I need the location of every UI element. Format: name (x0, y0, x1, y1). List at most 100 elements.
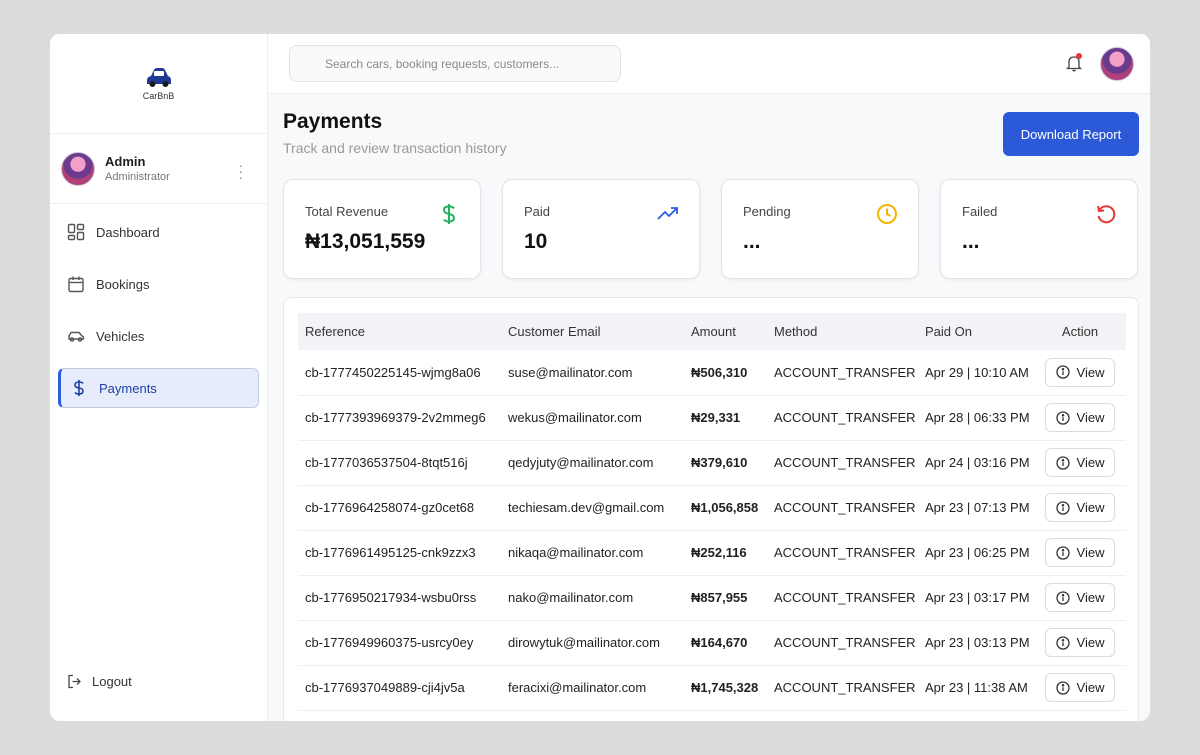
cell-method: ACCOUNT_TRANSFER (767, 440, 918, 486)
cell-method: ACCOUNT_TRANSFER (767, 395, 918, 441)
cell-amount: ₦252,116 (684, 530, 767, 576)
info-icon (1055, 680, 1070, 695)
sidebar-item-dashboard[interactable]: Dashboard (58, 212, 259, 252)
info-icon (1055, 545, 1070, 560)
view-button[interactable]: View (1045, 493, 1115, 522)
notification-dot (1076, 53, 1082, 59)
view-button[interactable]: View (1045, 583, 1115, 612)
view-button[interactable]: View (1045, 357, 1115, 387)
profile-name: Admin (105, 154, 146, 169)
clock-icon (877, 204, 897, 224)
search-box[interactable] (289, 45, 621, 82)
cell-paid-on: Apr 23 | 06:25 PM (918, 530, 1034, 576)
cell-paid-on: Apr 29 | 10:10 AM (918, 350, 1034, 396)
view-label: View (1076, 364, 1105, 380)
cell-paid-on: Apr 23 | 07:13 PM (918, 485, 1034, 531)
user-avatar[interactable] (1100, 47, 1134, 81)
table-row: cb-1776949960375-usrcy0ey dirowytuk@maili… (298, 620, 1126, 666)
brand-name: CarBnB (142, 90, 175, 101)
cell-amount: ₦29,331 (684, 395, 767, 441)
cell-action: View (1034, 620, 1126, 666)
stat-value: ... (743, 230, 761, 253)
info-icon (1055, 455, 1070, 470)
cell-reference: cb-1777450225145-wjmg8a06 (298, 350, 501, 396)
view-button[interactable]: View (1045, 403, 1115, 432)
calendar-icon (68, 276, 84, 293)
cell-method: ACCOUNT_TRANSFER (767, 620, 918, 666)
stat-value: ₦13,051,559 (305, 230, 426, 253)
user-profile[interactable]: Admin Administrator · · · (50, 134, 267, 204)
cell-method: ACCOUNT_TRANSFER (767, 485, 918, 531)
view-label: View (1076, 455, 1105, 470)
cell-amount: ₦857,955 (684, 575, 767, 621)
stat-card-pending: Pending ... (721, 179, 919, 279)
more-options-icon[interactable]: · · · (238, 158, 243, 184)
top-bar (268, 34, 1150, 94)
stat-card-paid: Paid 10 (502, 179, 700, 279)
cell-email: dirowytuk@mailinator.com (501, 620, 684, 666)
view-label: View (1076, 410, 1105, 425)
stat-label: Failed (962, 204, 998, 219)
cell-email: qedyjuty@mailinator.com (501, 440, 684, 486)
logout-button[interactable]: Logout (67, 674, 132, 689)
payments-table-panel: Reference Customer Email Amount Method P… (283, 297, 1139, 721)
download-report-button[interactable]: Download Report (1003, 112, 1139, 156)
sidebar: CarBnB Admin Administrator · · · Dashboard (50, 34, 268, 721)
column-header-action: Action (1034, 313, 1126, 350)
cell-amount: ₦379,610 (684, 440, 767, 486)
view-label: View (1076, 590, 1105, 605)
column-header-reference[interactable]: Reference (298, 313, 501, 350)
table-row: cb-1777450225145-wjmg8a06 suse@mailinator… (298, 350, 1126, 396)
info-icon (1055, 590, 1070, 605)
column-header-method[interactable]: Method (767, 313, 918, 350)
cell-reference: cb-1777036537504-8tqt516j (298, 440, 501, 486)
brand[interactable]: CarBnB (50, 34, 267, 134)
sidebar-item-payments[interactable]: Payments (58, 368, 259, 408)
cell-amount: ₦506,310 (684, 350, 767, 396)
cell-email: suse@mailinator.com (501, 350, 684, 396)
avatar (61, 151, 95, 186)
column-header-paid-on[interactable]: Paid On (918, 313, 1034, 350)
cell-paid-on: Apr 23 | 03:13 PM (918, 620, 1034, 666)
table-row: cb-1777036537504-8tqt516j qedyjuty@mailin… (298, 440, 1126, 486)
column-header-amount[interactable]: Amount (684, 313, 767, 350)
cell-paid-on: Apr 23 | 03:17 PM (918, 575, 1034, 621)
view-button[interactable]: View (1045, 538, 1115, 567)
cell-amount: ₦1,056,858 (684, 485, 767, 531)
sidebar-item-label: Payments (99, 380, 157, 396)
view-button[interactable]: View (1045, 673, 1115, 702)
cell-action: View (1034, 350, 1126, 396)
cell-action: View (1034, 530, 1126, 576)
stat-label: Total Revenue (305, 204, 389, 219)
car-icon (68, 331, 85, 342)
car-logo-icon (146, 67, 171, 87)
view-label: View (1076, 545, 1105, 560)
page-title: Payments (283, 110, 383, 133)
table-header-row: Reference Customer Email Amount Method P… (298, 313, 1126, 350)
column-header-email[interactable]: Customer Email (501, 313, 684, 350)
cell-method: ACCOUNT_TRANSFER (767, 350, 918, 396)
stat-card-failed: Failed ... (940, 179, 1138, 279)
search-input[interactable] (290, 46, 620, 81)
cell-reference: cb-1776964258074-gz0cet68 (298, 485, 501, 531)
cell-email: wekus@mailinator.com (501, 395, 684, 441)
sidebar-item-vehicles[interactable]: Vehicles (58, 316, 259, 356)
stat-card-total-revenue: Total Revenue ₦13,051,559 (283, 179, 481, 279)
cell-reference: cb-1777393969379-2v2mmeg6 (298, 395, 501, 441)
info-icon (1055, 500, 1070, 515)
cell-action: View (1034, 575, 1126, 621)
view-label: View (1076, 680, 1105, 695)
sidebar-item-bookings[interactable]: Bookings (58, 264, 259, 304)
info-icon (1055, 635, 1070, 650)
dashboard-grid-icon (67, 223, 85, 241)
view-button[interactable]: View (1045, 448, 1115, 477)
cell-reference: cb-1776949960375-usrcy0ey (298, 620, 501, 666)
trending-up-icon (657, 207, 678, 220)
view-button[interactable]: View (1045, 628, 1115, 657)
logout-label: Logout (92, 674, 132, 689)
payments-table: Reference Customer Email Amount Method P… (298, 313, 1126, 711)
table-row: cb-1776937049889-cji4jv5a feracixi@mailin… (298, 665, 1126, 711)
logout-icon (68, 674, 81, 689)
sidebar-nav: Dashboard Bookings Vehicles Payments (50, 204, 267, 408)
cell-method: ACCOUNT_TRANSFER (767, 665, 918, 711)
